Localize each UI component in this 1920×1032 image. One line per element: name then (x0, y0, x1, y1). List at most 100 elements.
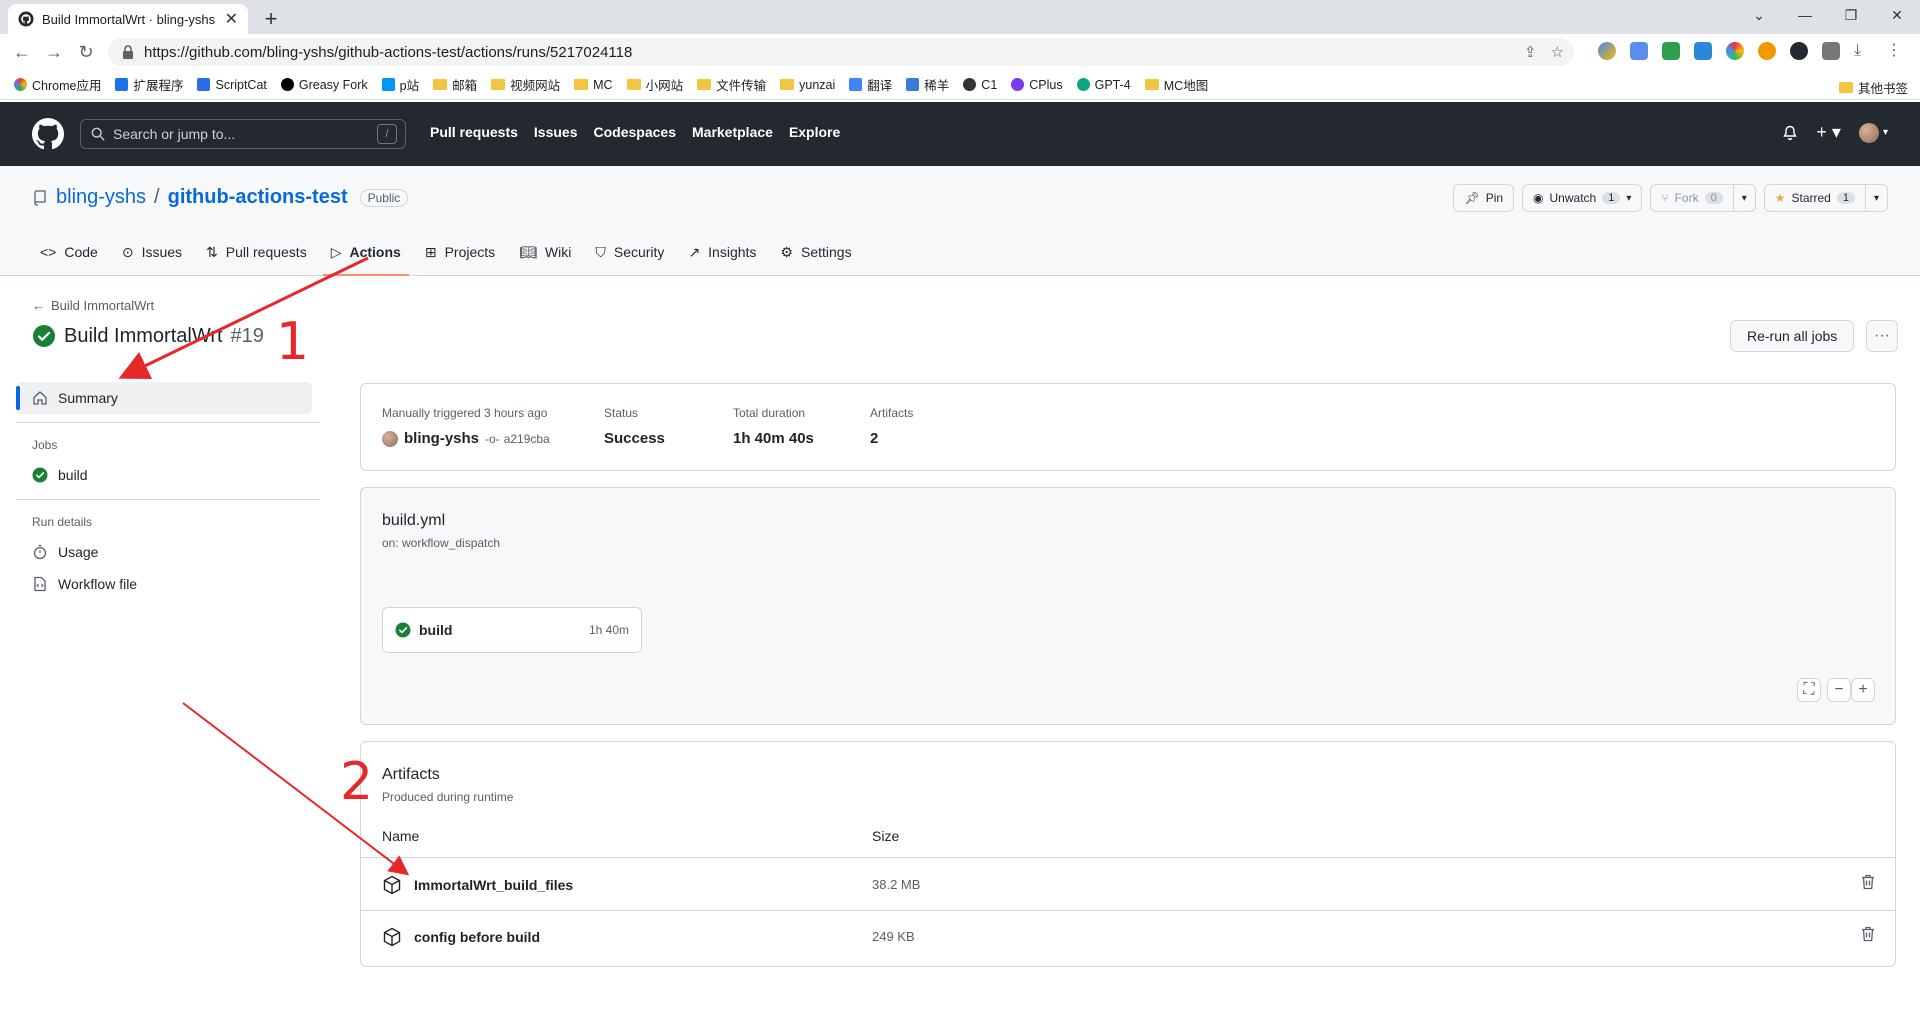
nav-issues[interactable]: Issues (534, 124, 578, 140)
tab-projects[interactable]: ⊞ Projects (417, 228, 503, 276)
bookmark-item[interactable]: ScriptCat (197, 78, 267, 92)
zoom-out-icon[interactable]: − (1827, 678, 1851, 702)
pin-icon: 📌︎ (1464, 191, 1480, 205)
bookmark-item[interactable]: Greasy Fork (280, 78, 368, 92)
tab-wiki[interactable]: 📖︎ Wiki (511, 228, 579, 276)
bookmark-folder[interactable]: yunzai (780, 78, 835, 92)
sidebar-divider (16, 499, 320, 500)
repo-owner-link[interactable]: bling-yshs (56, 186, 146, 209)
tab-actions[interactable]: ▷ Actions (322, 228, 409, 276)
tab-close-icon[interactable]: ✕ (225, 9, 238, 29)
shield-extension-icon[interactable] (1662, 42, 1680, 60)
bookmark-item[interactable]: p站 (381, 75, 419, 94)
bookmark-item[interactable]: 稀羊 (906, 75, 949, 94)
fork-button[interactable]: ⑂ Fork 0 (1650, 184, 1734, 212)
share-icon[interactable]: ⇪ (1524, 43, 1537, 61)
nav-codespaces[interactable]: Codespaces (594, 124, 676, 140)
forward-arrow-icon[interactable]: → (42, 40, 66, 64)
tab-code[interactable]: <> Code (32, 228, 106, 276)
address-bar[interactable]: https://github.com/bling-yshs/github-act… (108, 38, 1574, 66)
url-text: https://github.com/bling-yshs/github-act… (144, 43, 633, 61)
commit-link[interactable]: -o- a219cba (485, 432, 550, 446)
browser-tab[interactable]: Build ImmortalWrt · bling-yshs ✕ (8, 4, 248, 34)
bookmark-item[interactable]: 扩展程序 (115, 75, 183, 94)
minimize-button[interactable]: — (1782, 0, 1828, 30)
download-icon[interactable]: ⤓ (1854, 42, 1872, 60)
more-options-button[interactable]: ··· (1866, 320, 1898, 352)
artifacts-count-value[interactable]: 2 (870, 430, 913, 447)
extension-icon[interactable] (1758, 42, 1776, 60)
artifacts-table-header: Name Size (361, 814, 1895, 858)
bookmark-item[interactable]: GPT-4 (1076, 78, 1131, 92)
extensions-puzzle-icon[interactable] (1822, 42, 1840, 60)
sidebar-item-usage[interactable]: Usage (16, 536, 320, 568)
back-arrow-icon[interactable]: ← (10, 40, 34, 64)
other-bookmarks[interactable]: 其他书签 (1838, 78, 1908, 97)
tab-insights[interactable]: ↗ Insights (680, 228, 764, 276)
rerun-all-jobs-button[interactable]: Re-run all jobs (1730, 320, 1855, 352)
actor-link[interactable]: bling-yshs (404, 430, 479, 447)
repo-name-link[interactable]: github-actions-test (168, 186, 348, 209)
restore-button[interactable]: ❐ (1828, 0, 1874, 30)
graph-zoom-controls: ⛶ − + (1797, 678, 1875, 702)
lock-icon (122, 45, 134, 59)
back-to-workflow-link[interactable]: ← Build ImmortalWrt (32, 298, 154, 313)
job-card-build[interactable]: build 1h 40m (382, 607, 642, 653)
bookmark-star-icon[interactable]: ☆ (1551, 43, 1564, 61)
openai-icon (963, 78, 977, 91)
bookmark-folder[interactable]: 视频网站 (491, 75, 560, 94)
bookmark-folder[interactable]: MC (574, 78, 613, 92)
arrow-left-icon: ← (32, 298, 45, 313)
nav-marketplace[interactable]: Marketplace (692, 124, 773, 140)
unwatch-button[interactable]: ◉ Unwatch 1 ▾ (1522, 184, 1643, 212)
pin-button[interactable]: 📌︎ Pin (1453, 184, 1515, 212)
github-extension-icon[interactable] (1790, 42, 1808, 60)
tab-security[interactable]: ⛉ Security (587, 228, 672, 276)
repo-actions: 📌︎ Pin ◉ Unwatch 1 ▾ ⑂ Fork 0 ▾ ★ Starre… (1453, 184, 1888, 212)
extension-icon[interactable] (1694, 42, 1712, 60)
github-logo-icon[interactable] (32, 118, 64, 150)
bookmark-folder[interactable]: 邮箱 (433, 75, 477, 94)
reload-icon[interactable]: ↻ (74, 40, 98, 64)
duration-label: Total duration (733, 406, 806, 420)
pull-request-icon: ⇅ (206, 243, 218, 260)
tab-pull-requests[interactable]: ⇅ Pull requests (198, 228, 315, 276)
create-new-icon[interactable]: + ▾ (1816, 122, 1841, 143)
bookmark-item[interactable]: Chrome应用 (14, 75, 101, 94)
sidebar-item-workflow-file[interactable]: Workflow file (16, 568, 320, 600)
menu-dots-icon[interactable]: ⋮ (1886, 42, 1904, 60)
starred-button[interactable]: ★ Starred 1 (1763, 184, 1866, 212)
fork-dropdown-button[interactable]: ▾ (1733, 184, 1756, 212)
nav-explore[interactable]: Explore (789, 124, 840, 140)
artifact-link[interactable]: ImmortalWrt_build_files (382, 859, 573, 910)
greasyfork-icon (280, 78, 294, 91)
bookmark-folder[interactable]: MC地图 (1144, 75, 1208, 94)
tab-issues[interactable]: ⊙ Issues (114, 228, 190, 276)
bookmark-folder[interactable]: 小网站 (626, 75, 683, 94)
artifact-link[interactable]: config before build (382, 911, 540, 962)
trash-icon[interactable] (1861, 874, 1875, 890)
bookmark-item[interactable]: CPlus (1011, 78, 1063, 92)
artifacts-count-label: Artifacts (870, 406, 914, 420)
sidebar-item-job-build[interactable]: build (16, 459, 320, 491)
search-input[interactable]: Search or jump to... / (80, 119, 406, 149)
bookmark-folder[interactable]: 文件传输 (697, 75, 766, 94)
star-dropdown-button[interactable]: ▾ (1865, 184, 1888, 212)
user-menu[interactable]: ▾ (1858, 122, 1888, 143)
trash-icon[interactable] (1861, 926, 1875, 942)
nav-pull-requests[interactable]: Pull requests (430, 124, 518, 140)
bell-icon[interactable] (1782, 125, 1798, 141)
extension-icon[interactable] (1598, 42, 1616, 60)
folder-icon (574, 79, 589, 90)
bookmark-item[interactable]: 翻译 (849, 75, 892, 94)
extension-icon[interactable] (1630, 42, 1648, 60)
tab-search-icon[interactable]: ⌄ (1736, 0, 1782, 30)
extension-icon[interactable] (1726, 42, 1744, 60)
bookmark-item[interactable]: C1 (963, 78, 997, 92)
close-window-button[interactable]: ✕ (1874, 0, 1920, 30)
new-tab-button[interactable]: + (258, 6, 284, 32)
tab-settings[interactable]: ⚙ Settings (772, 228, 859, 276)
sidebar-item-summary[interactable]: Summary (16, 382, 312, 414)
zoom-in-icon[interactable]: + (1851, 678, 1875, 702)
fullscreen-icon[interactable]: ⛶ (1797, 678, 1821, 702)
